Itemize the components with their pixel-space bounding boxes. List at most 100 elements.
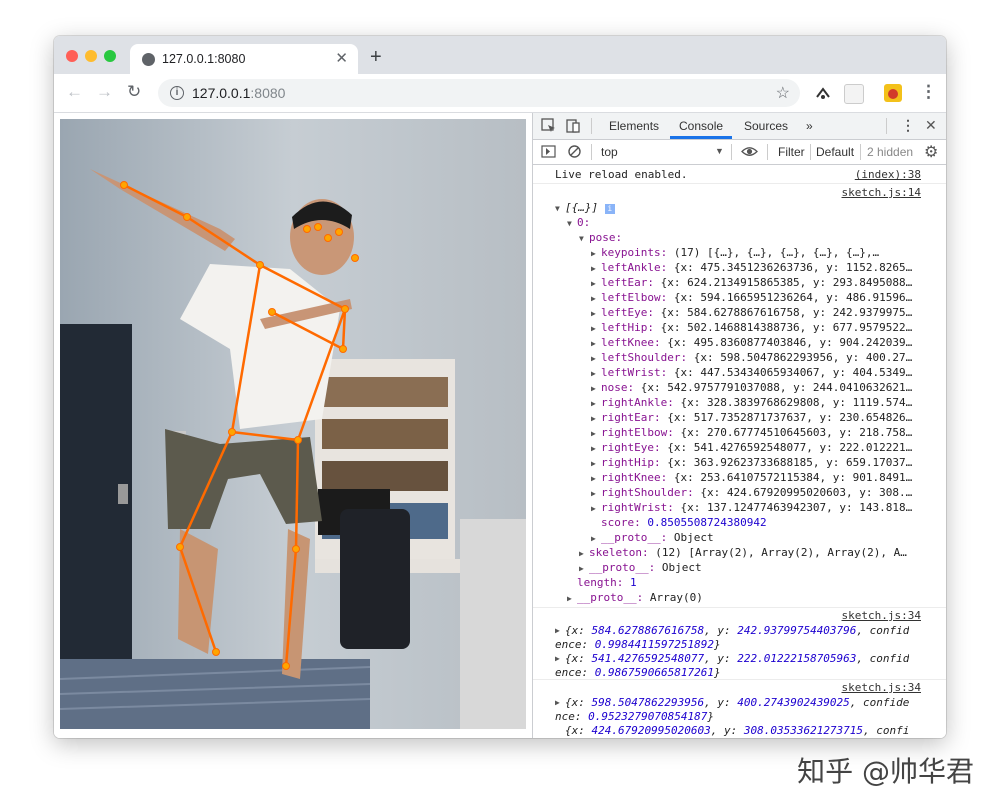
watermark: 知乎 @帅华君 (797, 755, 974, 788)
star-bookmark-icon[interactable]: ☆ (776, 83, 790, 103)
sidebar-toggle-icon[interactable] (541, 144, 556, 159)
url-port: :8080 (250, 85, 286, 101)
tree-node-skeleton[interactable]: ▶ skeleton: (12) [Array(2), Array(2), Arr… (579, 546, 946, 559)
tree-node-proto[interactable]: ▶ __proto__: Array(0) (567, 591, 703, 604)
tab-title: 127.0.0.1:8080 (162, 52, 246, 66)
node-key: leftWrist: (601, 366, 668, 379)
node-key: leftEye: (601, 306, 654, 319)
tree-node-prop[interactable]: ▶ nose: {x: 542.9757791037088, y: 244.041… (591, 381, 946, 394)
tree-node-proto[interactable]: ▶ __proto__: Object (579, 561, 702, 574)
zoom-window-button[interactable] (104, 50, 116, 62)
node-value: {x: 253.64107572115384, y: 901.8491… (673, 471, 913, 484)
url-host: 127.0.0.1 (192, 85, 251, 101)
tree-node-length: length: 1 (577, 576, 637, 589)
node-value: {x: 363.92623733688185, y: 659.17037… (667, 456, 913, 469)
tree-node-prop[interactable]: ▶ leftShoulder: {x: 598.5047862293956, y:… (591, 351, 946, 364)
log-levels-dropdown[interactable]: Default (816, 145, 854, 159)
active-tab-indicator (670, 136, 732, 139)
node-value: (12) [Array(2), Array(2), Array(2), A… (655, 546, 907, 559)
address-bar[interactable]: i 127.0.0.1:8080 ☆ (158, 79, 800, 107)
tree-node-proto[interactable]: ▶ __proto__: Object (591, 531, 714, 544)
object-preview-line: nce: 0.9523279070854187} (555, 710, 714, 723)
tree-node-prop[interactable]: ▶ leftAnkle: {x: 475.3451236263736, y: 11… (591, 261, 946, 274)
node-value: {x: 447.53434065934067, y: 404.5349… (673, 366, 913, 379)
tree-node-prop[interactable]: ▶ leftHip: {x: 502.1468814388736, y: 677.… (591, 321, 946, 334)
tree-node-pose[interactable]: ▼ pose: (579, 231, 622, 244)
tree-node-prop[interactable]: ▶ rightHip: {x: 363.92623733688185, y: 65… (591, 456, 946, 469)
tree-node-prop[interactable]: ▶ rightEye: {x: 541.4276592548077, y: 222… (591, 441, 946, 454)
info-icon[interactable]: i (170, 86, 184, 100)
array-preview: [{…}] (565, 201, 599, 214)
tree-node-prop[interactable]: ▶ leftElbow: {x: 594.1665951236264, y: 48… (591, 291, 946, 304)
tree-node-prop[interactable]: ▶ rightShoulder: {x: 424.67920995020603, … (591, 486, 946, 499)
tree-node-prop[interactable]: ▶ leftEye: {x: 584.6278867616758, y: 242.… (591, 306, 946, 319)
console-message: Live reload enabled. (555, 168, 688, 181)
tree-node-prop[interactable]: ▶ rightWrist: {x: 137.12477463942307, y: … (591, 501, 946, 514)
node-key: leftHip: (601, 321, 654, 334)
clear-console-icon[interactable] (567, 144, 582, 159)
tree-node-prop[interactable]: ▶ leftEar: {x: 624.2134915865385, y: 293.… (591, 276, 946, 289)
tree-node-prop[interactable]: ▶ rightKnee: {x: 253.64107572115384, y: 9… (591, 471, 946, 484)
new-tab-button[interactable]: + (370, 46, 382, 69)
devtools-menu-icon[interactable]: ⋮ (901, 117, 915, 134)
more-menu-icon[interactable]: ⋮ (920, 82, 937, 102)
gear-icon[interactable]: ⚙ (924, 142, 938, 162)
node-value: {x: 495.8360877403846, y: 904.242039… (667, 336, 913, 349)
minimize-window-button[interactable] (85, 50, 97, 62)
close-tab-icon[interactable]: ✕ (335, 49, 348, 67)
node-key: rightShoulder: (601, 486, 694, 499)
tree-node-prop[interactable]: ▶ rightAnkle: {x: 328.3839768629808, y: 1… (591, 396, 946, 409)
tree-node-prop[interactable]: ▶ leftKnee: {x: 495.8360877403846, y: 904… (591, 336, 946, 349)
console-array-header[interactable]: ▼ [{…}] i (555, 201, 615, 214)
close-window-button[interactable] (66, 50, 78, 62)
expand-arrow-icon[interactable]: ▶ (555, 626, 565, 635)
reload-icon[interactable]: ↻ (127, 82, 141, 102)
source-link[interactable]: sketch.js:14 (842, 186, 921, 199)
node-value: 0.8505508724380942 (647, 516, 767, 529)
tree-node-prop[interactable]: ▶ leftWrist: {x: 447.53434065934067, y: 4… (591, 366, 946, 379)
filter-input[interactable]: Filter (778, 145, 805, 159)
url-text[interactable]: 127.0.0.1:8080 (192, 85, 285, 101)
more-tabs-button[interactable]: » (806, 119, 813, 133)
tab-sources[interactable]: Sources (744, 119, 788, 133)
node-key: rightAnkle: (601, 396, 674, 409)
source-link[interactable]: sketch.js:34 (842, 609, 921, 622)
tree-node-prop[interactable]: ▶ rightElbow: {x: 270.67774510645603, y: … (591, 426, 946, 439)
node-value: {x: 594.1665951236264, y: 486.91596… (673, 291, 913, 304)
extension-placeholder-icon[interactable] (844, 84, 864, 104)
object-preview-line: {x: 584.6278867616758, y: 242.9379975440… (565, 624, 910, 637)
device-toolbar-icon[interactable] (565, 118, 581, 134)
devtools-tab-bar: Elements Console Sources » ⋮ ✕ (533, 113, 946, 140)
node-value: Object (673, 531, 714, 544)
node-value: 1 (629, 576, 637, 589)
inspect-element-icon[interactable] (541, 118, 557, 134)
source-link[interactable]: sketch.js:34 (842, 681, 921, 694)
node-value: {x: 598.5047862293956, y: 400.27… (693, 351, 913, 364)
chevron-down-icon[interactable]: ▼ (715, 146, 724, 156)
node-value: {x: 502.1468814388736, y: 677.9579522… (660, 321, 913, 334)
tab-console[interactable]: Console (679, 119, 723, 133)
node-key: leftKnee: (601, 336, 661, 349)
browser-window: 127.0.0.1:8080 ✕ + ← → ↻ i 127.0.0.1:808… (54, 36, 946, 738)
expand-arrow-icon[interactable]: ▶ (555, 698, 565, 707)
tree-node-prop[interactable]: ▶ rightEar: {x: 517.7352871737637, y: 230… (591, 411, 946, 424)
expand-arrow-icon[interactable]: ▶ (555, 654, 565, 663)
browser-tab[interactable]: 127.0.0.1:8080 ✕ (130, 44, 358, 74)
tree-node-keypoints[interactable]: ▶ keypoints: (17) [{…}, {…}, {…}, {…}, {…… (591, 246, 946, 259)
node-key: leftAnkle: (601, 261, 668, 274)
source-link[interactable]: (index):38 (855, 168, 921, 181)
console-toolbar: top ▼ Filter Default 2 hidden ⚙ (533, 140, 946, 165)
context-selector[interactable]: top (601, 145, 618, 159)
back-arrow-icon[interactable]: ← (66, 82, 83, 102)
pose-photo (60, 119, 526, 729)
close-devtools-icon[interactable]: ✕ (925, 117, 937, 134)
tab-elements[interactable]: Elements (609, 119, 659, 133)
extension-cat-icon[interactable] (884, 84, 902, 102)
title-bar: 127.0.0.1:8080 ✕ + (54, 36, 946, 74)
tree-node-index0[interactable]: ▼ 0: (567, 216, 590, 229)
node-value: Array(0) (649, 591, 703, 604)
eye-icon[interactable] (741, 145, 758, 158)
forward-arrow-icon[interactable]: → (96, 82, 113, 102)
object-preview-line: ence: 0.9867590665817261} (555, 666, 721, 679)
extension-icon[interactable] (814, 84, 832, 102)
